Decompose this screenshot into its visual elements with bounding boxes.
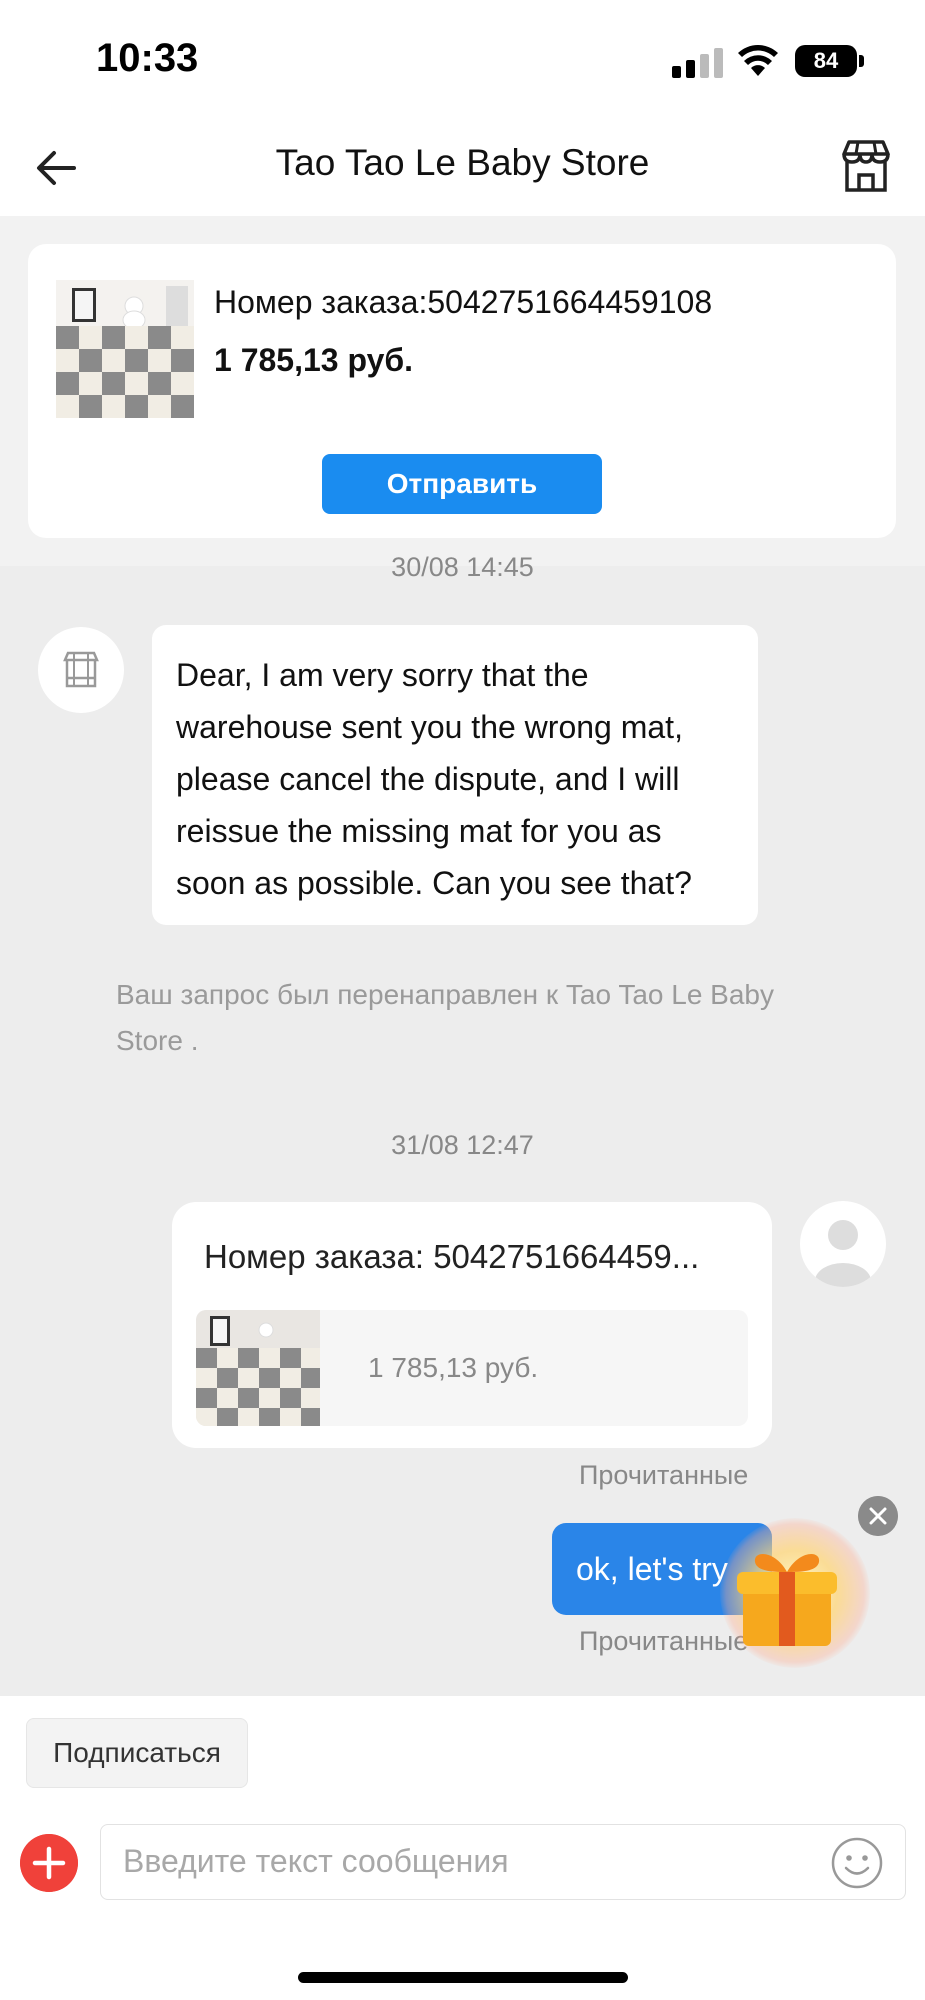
message-input-placeholder: Введите текст сообщения (123, 1843, 509, 1879)
user-avatar[interactable] (800, 1201, 886, 1287)
nav-bar: Tao Tao Le Baby Store (0, 120, 925, 216)
order-section: Номер заказа:5042751664459108 1 785,13 р… (0, 216, 925, 566)
order-number: Номер заказа:5042751664459108 (214, 284, 713, 320)
storefront-icon (63, 651, 99, 688)
storefront-icon[interactable] (836, 136, 896, 196)
gift-icon[interactable] (735, 1540, 839, 1650)
close-icon[interactable] (858, 1496, 898, 1536)
user-avatar-icon (815, 1220, 871, 1287)
order-price: 1 785,13 руб. (214, 342, 414, 378)
back-arrow-icon[interactable] (30, 140, 86, 196)
order-bubble-title: Номер заказа: 5042751664459... (204, 1238, 700, 1275)
product-thumbnail[interactable] (56, 280, 194, 418)
bottom-bar: Подписаться Введите текст сообщения (0, 1696, 925, 2000)
page-title: Tao Tao Le Baby Store (275, 142, 650, 183)
order-card: Номер заказа:5042751664459108 1 785,13 р… (28, 244, 896, 538)
wifi-icon (738, 45, 778, 76)
subscribe-button[interactable]: Подписаться (26, 1718, 248, 1788)
read-status: Прочитанные (579, 1460, 749, 1490)
send-order-button[interactable]: Отправить (322, 454, 602, 514)
timestamp: 31/08 12:47 (391, 1130, 534, 1160)
home-indicator (298, 1972, 628, 1983)
system-note: Ваш запрос был перенаправлен к Tao Tao L… (116, 979, 774, 1056)
order-bubble-product[interactable]: 1 785,13 руб. (196, 1310, 748, 1426)
emoji-icon[interactable] (829, 1835, 885, 1891)
product-thumbnail (196, 1310, 320, 1426)
incoming-message-bubble[interactable]: Dear, I am very sorry that the warehouse… (152, 625, 758, 925)
shop-avatar[interactable] (38, 627, 124, 713)
battery-tip (859, 55, 864, 67)
cellular-signal-icon (672, 48, 723, 78)
timestamp: 30/08 14:45 (391, 552, 534, 582)
add-icon[interactable] (20, 1834, 78, 1892)
battery-indicator: 84 (795, 45, 857, 77)
order-message-bubble[interactable]: Номер заказа: 5042751664459... 1 785,13 … (172, 1202, 772, 1448)
status-time: 10:33 (96, 36, 199, 80)
read-status: Прочитанные (579, 1626, 749, 1656)
message-input[interactable]: Введите текст сообщения (100, 1824, 906, 1900)
status-bar: 10:33 84 (0, 0, 925, 120)
order-bubble-price: 1 785,13 руб. (368, 1352, 539, 1383)
